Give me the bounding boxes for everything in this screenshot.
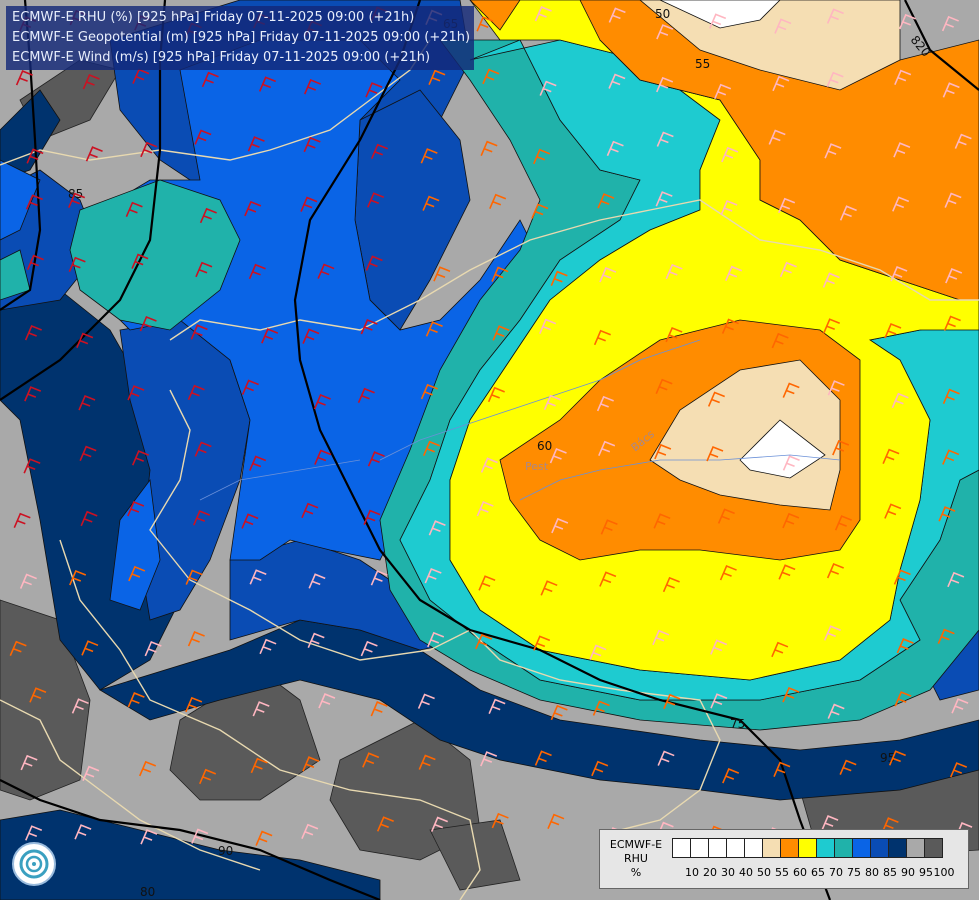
title-geopotential: ECMWF-E Geopotential (m) [925 hPa] Frida… [12,30,471,45]
legend-swatches [672,838,943,858]
legend-swatch [690,838,709,858]
legend-ticks: 10 20 30 40 50 55 60 65 70 75 80 85 90 95 100 [672,866,972,880]
map-title-box: ECMWF-E RHU (%) [925 hPa] Friday 07-11-2… [6,6,474,70]
ecmwf-logo-icon [12,842,56,886]
legend-swatch [816,838,835,858]
legend-swatch [834,838,853,858]
legend-tick-label: 40 [739,866,753,879]
place-label: Pest [525,460,549,473]
legend-tick-label: 10 [685,866,699,879]
legend-model: ECMWF-E [609,838,663,851]
legend-swatch [726,838,745,858]
legend-swatch [852,838,871,858]
legend-tick-label: 85 [883,866,897,879]
legend-swatch [708,838,727,858]
legend-variable: RHU [624,852,648,865]
contour-label: 75 [730,717,745,731]
legend-tick-label: 60 [793,866,807,879]
contour-label: 90 [218,844,233,858]
legend-tick-label: 20 [703,866,717,879]
title-rhu: ECMWF-E RHU (%) [925 hPa] Friday 07-11-2… [12,10,415,25]
contour-label: 80 [140,885,155,899]
legend-tick-label: 65 [811,866,825,879]
legend-title: ECMWF-E RHU % [604,838,668,880]
legend-swatch [798,838,817,858]
legend-swatch [780,838,799,858]
legend-tick-label: 95 [919,866,933,879]
legend-tick-label: 50 [757,866,771,879]
legend-tick-label: 80 [865,866,879,879]
legend-swatch [906,838,925,858]
legend-swatch [870,838,889,858]
legend-swatch [672,838,691,858]
legend-swatch [744,838,763,858]
legend-tick-label: 100 [933,866,955,879]
legend-unit: % [630,866,642,879]
legend-swatch [762,838,781,858]
legend-tick-label: 55 [775,866,789,879]
rhu-map: 50 55 60 65 75 80 85 90 95 820 Pest Bács [0,0,979,900]
contour-label: 60 [537,439,552,453]
legend-tick-label: 70 [829,866,843,879]
legend-swatch [888,838,907,858]
contour-label: 50 [655,7,670,21]
legend-tick-label: 30 [721,866,735,879]
contour-label: 55 [695,57,710,71]
color-legend: ECMWF-E RHU % 10 20 30 40 50 55 60 65 70 75 80 85 90… [599,829,969,889]
title-wind: ECMWF-E Wind (m/s) [925 hPa] Friday 07-1… [12,50,431,65]
legend-tick-label: 90 [901,866,915,879]
legend-swatch [924,838,943,858]
legend-tick-label: 75 [847,866,861,879]
